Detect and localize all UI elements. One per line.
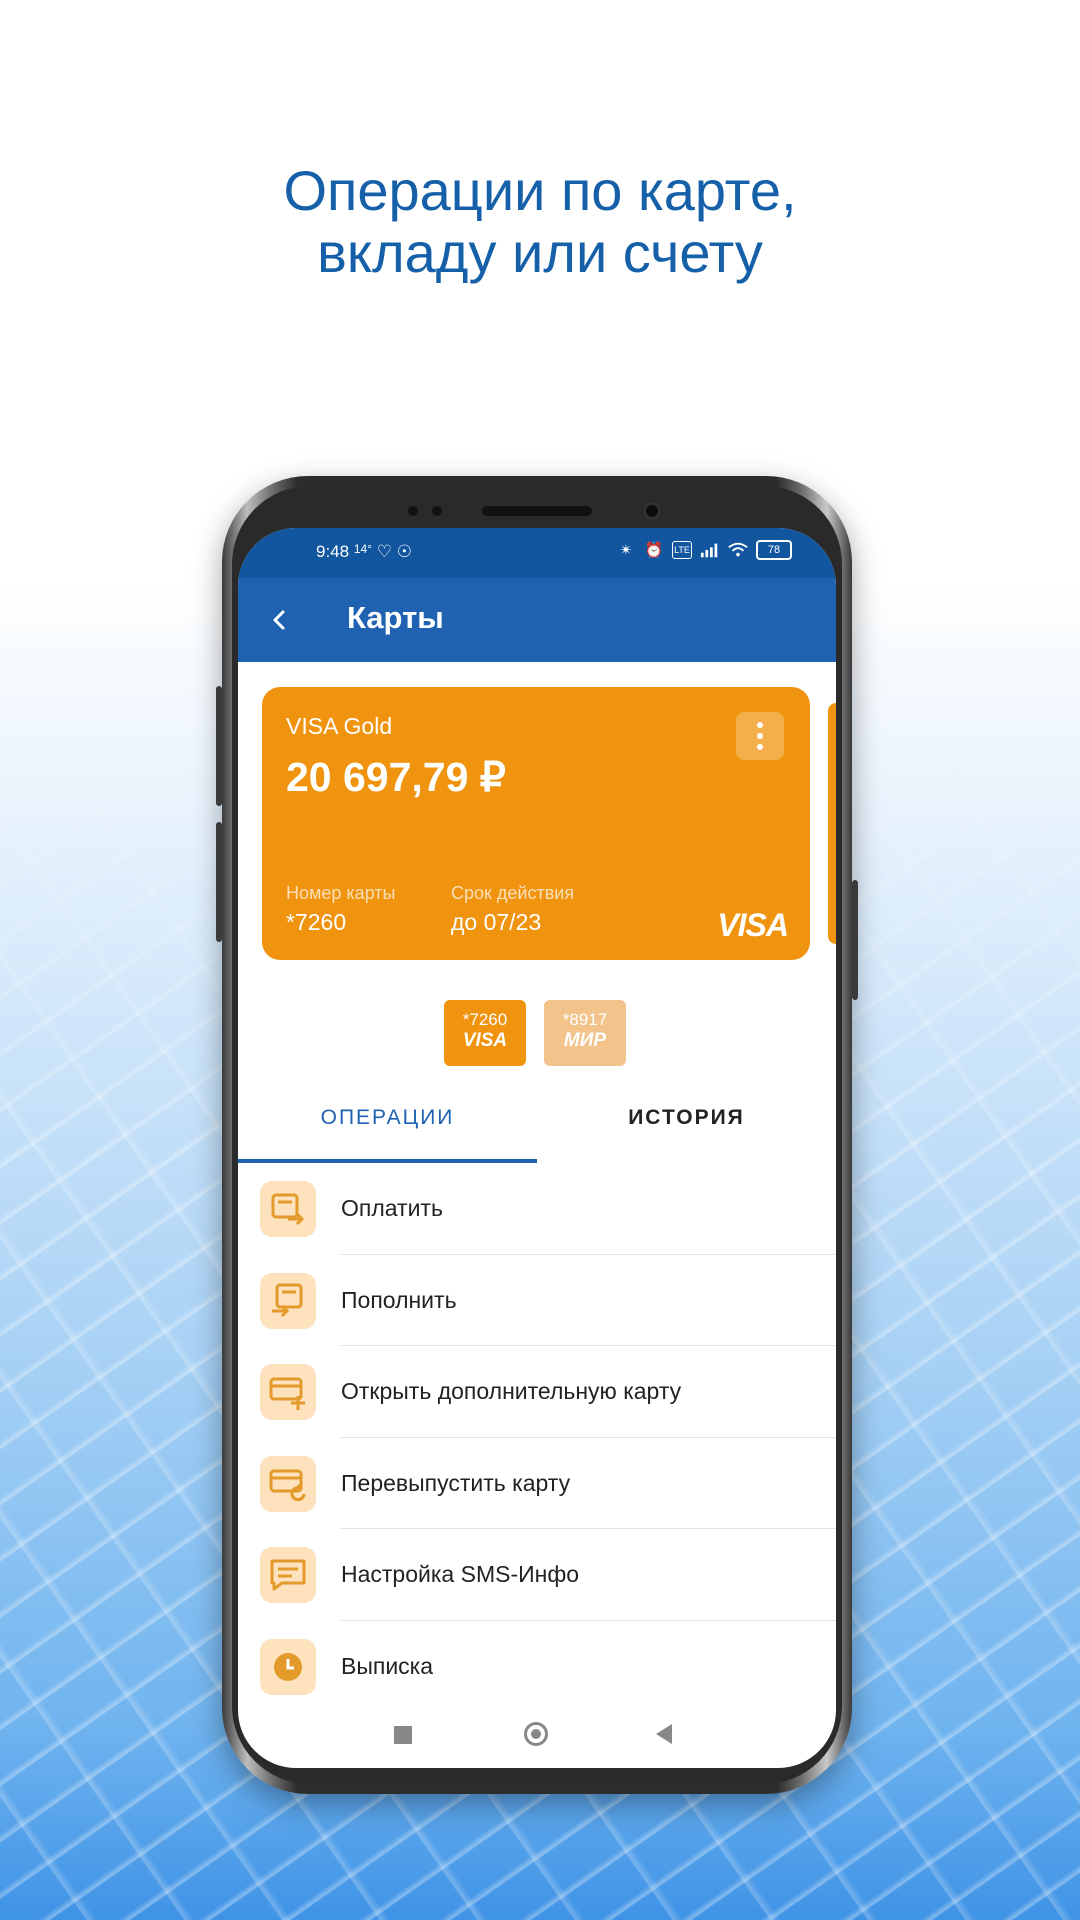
app-bar: Карты xyxy=(238,578,836,662)
power-button xyxy=(852,880,858,1000)
operation-label: Перевыпустить карту xyxy=(341,1469,571,1496)
card-balance: 20 697,79 ₽ xyxy=(286,754,506,800)
page-title: Карты xyxy=(347,600,444,635)
tab-operations[interactable]: ОПЕРАЦИИ xyxy=(238,1092,537,1156)
back-nav-button[interactable] xyxy=(656,1724,672,1744)
mini-card-brand: VISA xyxy=(462,1030,508,1051)
operation-label: Открыть дополнительную карту xyxy=(341,1378,682,1404)
bank-card[interactable]: VISA Gold 20 697,79 ₽ Номер карты *7260 … xyxy=(262,687,810,960)
sms-icon xyxy=(260,1547,316,1603)
mini-card-visa[interactable]: *7260 VISA xyxy=(444,1000,526,1066)
more-dot-icon xyxy=(757,744,763,750)
home-button[interactable] xyxy=(524,1722,548,1746)
mini-card-number: *7260 xyxy=(462,1010,508,1029)
sensor-dot xyxy=(432,506,442,516)
shield-icon: ☉ xyxy=(396,542,412,561)
operation-label: Оплатить xyxy=(341,1195,443,1221)
mini-card-mir[interactable]: *8917 МИР xyxy=(544,1000,626,1066)
operation-label: Настройка SMS-Инфо xyxy=(341,1561,580,1587)
battery-icon: 78 xyxy=(756,540,792,560)
pay-icon xyxy=(260,1181,316,1237)
headline-line-2: вкладу или счету xyxy=(317,221,763,284)
front-camera xyxy=(643,502,661,520)
alarm-icon: ⏰ xyxy=(644,542,664,559)
wifi-icon xyxy=(728,540,748,560)
operations-list: Оплатить Пополнить Открыть дополнительну… xyxy=(238,1163,836,1712)
operation-open-additional-card[interactable]: Открыть дополнительную карту xyxy=(238,1346,836,1438)
card-expiry-value: до 07/23 xyxy=(451,909,542,935)
status-right: ✴ ⏰ LTE 78 xyxy=(616,540,792,560)
card-number-value: *7260 xyxy=(286,909,347,935)
chevron-left-icon xyxy=(273,610,285,630)
system-nav-bar xyxy=(238,1706,836,1768)
card-number-label: Номер карты xyxy=(286,883,396,903)
operation-reissue-card[interactable]: Перевыпустить карту xyxy=(238,1438,836,1529)
status-bar: 9:48 14° ♡ ☉ ✴ ⏰ LTE 78 xyxy=(238,528,836,578)
add-card-icon xyxy=(260,1364,316,1420)
mini-card-brand: МИР xyxy=(563,1030,607,1051)
bluetooth-icon: ✴ xyxy=(619,542,633,559)
recents-button[interactable] xyxy=(394,1726,412,1744)
tab-bar: ОПЕРАЦИИ ИСТОРИЯ xyxy=(238,1092,836,1156)
operation-pay[interactable]: Оплатить xyxy=(238,1163,836,1255)
status-left: 9:48 14° ♡ ☉ xyxy=(316,542,412,562)
operation-top-up[interactable]: Пополнить xyxy=(238,1255,836,1346)
volte-icon: LTE xyxy=(672,541,692,559)
reissue-card-icon xyxy=(260,1455,316,1512)
status-time: 9:48 xyxy=(316,542,350,561)
volume-down-button xyxy=(216,822,222,942)
operation-statement[interactable]: Выписка xyxy=(238,1621,836,1713)
top-up-icon xyxy=(260,1272,316,1329)
more-dot-icon xyxy=(757,722,763,728)
operation-label: Выписка xyxy=(341,1652,434,1679)
more-dot-icon xyxy=(757,733,763,739)
operation-label: Пополнить xyxy=(341,1286,457,1313)
card-expiry-label: Срок действия xyxy=(451,883,575,903)
back-button[interactable] xyxy=(260,600,300,640)
clock-icon xyxy=(260,1638,316,1695)
operation-sms-settings[interactable]: Настройка SMS-Инфо xyxy=(238,1529,836,1621)
visa-logo: VISA xyxy=(717,907,789,943)
promo-headline: Операции по карте, вкладу или счету xyxy=(0,160,1080,284)
next-card-peek[interactable] xyxy=(828,703,836,944)
tab-history[interactable]: ИСТОРИЯ xyxy=(537,1092,836,1156)
sensor-dot xyxy=(408,506,418,516)
card-menu-button[interactable] xyxy=(736,712,784,760)
mini-card-number: *8917 xyxy=(562,1010,608,1029)
earpiece xyxy=(482,506,592,516)
card-name: VISA Gold xyxy=(286,713,393,739)
volume-up-button xyxy=(216,686,222,806)
status-temp: 14° xyxy=(353,542,372,556)
signal-icon xyxy=(700,540,720,560)
notification-icon: ♡ xyxy=(376,542,392,561)
phone-screen: 9:48 14° ♡ ☉ ✴ ⏰ LTE 78 Карты VISA Gold … xyxy=(238,528,836,1768)
headline-line-1: Операции по карте, xyxy=(283,159,797,222)
